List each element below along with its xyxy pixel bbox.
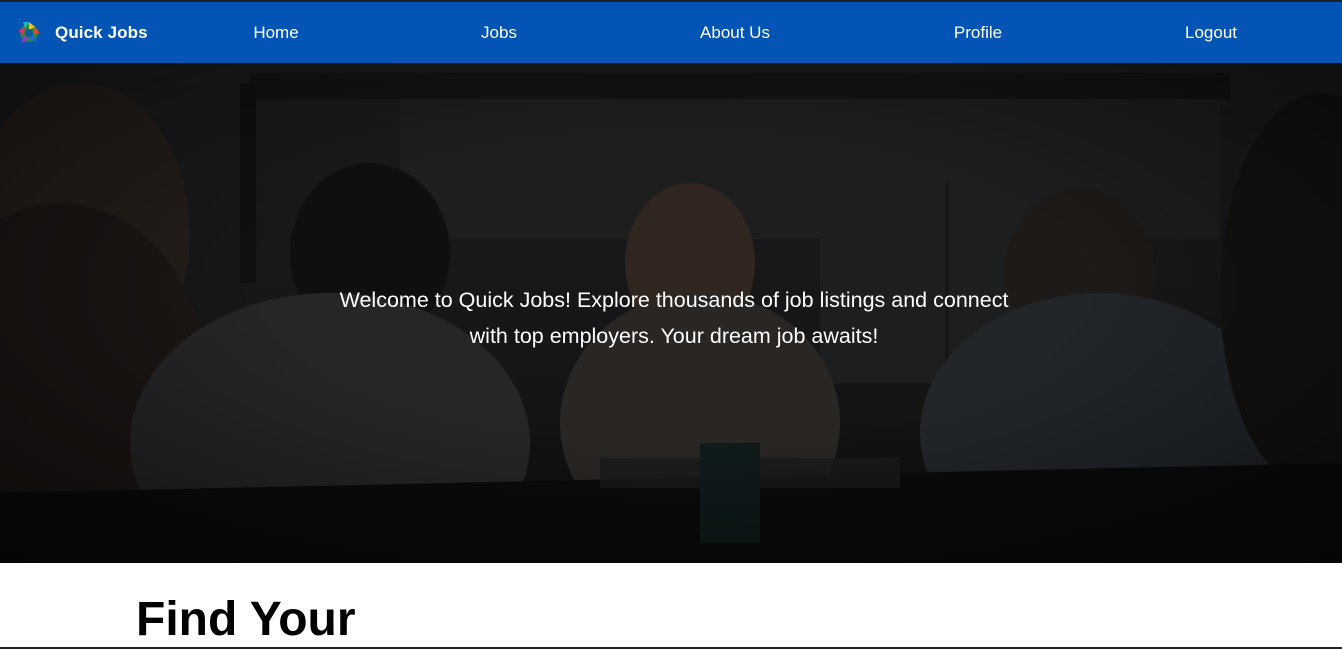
brand-name: Quick Jobs xyxy=(55,23,148,42)
top-navbar: Quick Jobs Home Jobs About Us Profile Lo… xyxy=(0,0,1342,63)
section-title: Find Your xyxy=(136,593,356,646)
brand[interactable]: Quick Jobs xyxy=(15,19,148,47)
nav-link-jobs[interactable]: Jobs xyxy=(481,22,517,44)
hero-banner: Welcome to Quick Jobs! Explore thousands… xyxy=(0,63,1342,563)
nav-link-logout[interactable]: Logout xyxy=(1185,22,1237,44)
nav-link-profile[interactable]: Profile xyxy=(954,22,1002,44)
hero-welcome-text: Welcome to Quick Jobs! Explore thousands… xyxy=(339,288,1009,348)
colorful-globe-logo-icon xyxy=(18,22,40,43)
nav-link-home[interactable]: Home xyxy=(253,22,298,44)
nav-link-about-us[interactable]: About Us xyxy=(700,22,770,44)
